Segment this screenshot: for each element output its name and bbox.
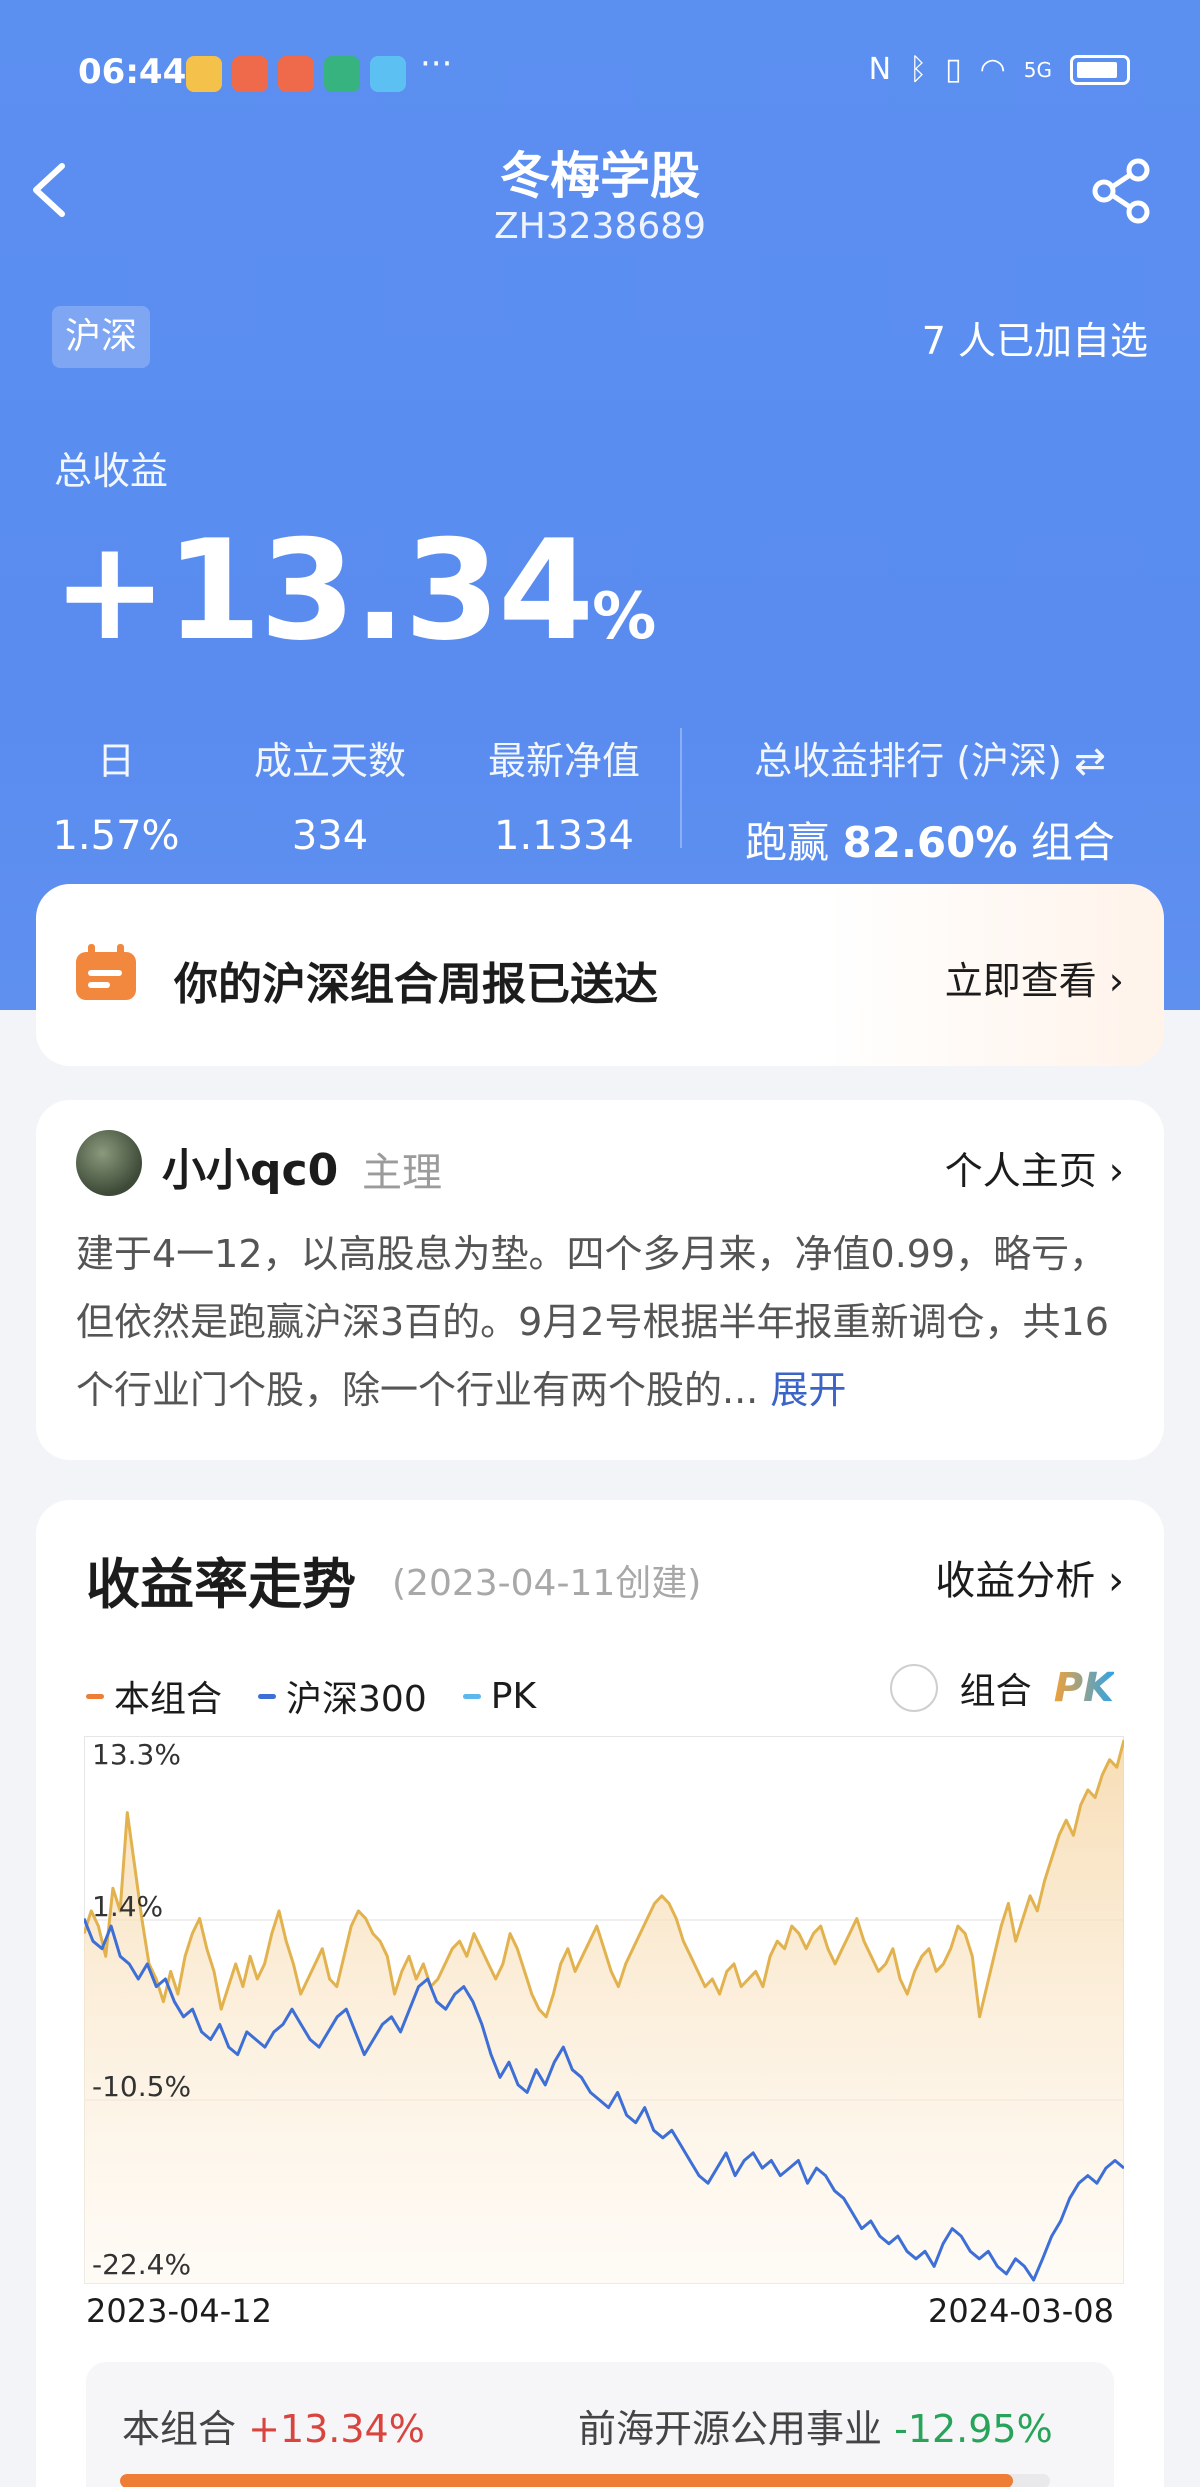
- manager-name[interactable]: 小小qc0: [162, 1134, 338, 1198]
- chevron-right-icon: ›: [1108, 959, 1124, 1003]
- return-line-chart[interactable]: 13.3% 1.4% -10.5% -22.4%: [84, 1736, 1124, 2284]
- report-view-label: 立即查看: [944, 959, 1097, 1003]
- compare-left-label: 本组合: [122, 2407, 237, 2451]
- compare-portfolio: 本组合 +13.34%: [122, 2398, 425, 2453]
- chevron-right-icon: ›: [1108, 1149, 1124, 1193]
- notification-icons: [186, 56, 406, 92]
- analysis-label: 收益分析: [935, 1558, 1096, 1604]
- status-time: 06:44: [78, 52, 187, 92]
- header-panel: 06:44 ··· N ᛒ ▯ ◠ 5G 冬梅学股 ZH3238689 沪深 7…: [0, 0, 1200, 1010]
- y-tick-label: -22.4%: [92, 2248, 191, 2281]
- report-view-link[interactable]: 立即查看 ›: [945, 950, 1124, 1005]
- battery-icon: [1070, 54, 1130, 85]
- created-date: (2023-04-11创建): [392, 1563, 702, 1604]
- market-tag: 沪深: [52, 306, 150, 368]
- share-icon[interactable]: [1088, 156, 1154, 226]
- nfc-icon: N: [868, 52, 892, 87]
- app-notification-icon: [186, 56, 222, 92]
- system-icons: N ᛒ ▯ ◠ 5G: [869, 52, 1130, 87]
- pk-compare-panel[interactable]: 本组合 +13.34% 前海开源公用事业 -12.95%: [86, 2362, 1114, 2487]
- pk-badge: PK: [1053, 1665, 1114, 1711]
- legend-label: PK: [490, 1675, 537, 1717]
- compare-right-value: -12.95%: [894, 2407, 1053, 2451]
- profile-link[interactable]: 个人主页 ›: [945, 1140, 1124, 1195]
- pk-radio[interactable]: [889, 1664, 938, 1712]
- weekly-report-banner[interactable]: 你的沪深组合周报已送达 立即查看 ›: [36, 884, 1164, 1066]
- legend-pk: PK: [462, 1670, 537, 1722]
- y-tick-label: 1.4%: [92, 1890, 163, 1923]
- portfolio-area: [84, 1740, 1124, 2284]
- return-trend-card: 收益率走势 (2023-04-11创建) 收益分析 › 本组合 沪深300 PK…: [36, 1500, 1164, 2487]
- return-analysis-link[interactable]: 收益分析 ›: [935, 1548, 1124, 1606]
- wifi-icon: ◠: [979, 52, 1006, 87]
- chart-title: 收益率走势: [86, 1553, 356, 1616]
- pk-label: 组合: [959, 1671, 1032, 1712]
- compare-fund: 前海开源公用事业 -12.95%: [578, 2398, 1053, 2453]
- status-bar: 06:44 ··· N ᛒ ▯ ◠ 5G: [0, 44, 1200, 96]
- rank-suffix: 组合: [1017, 818, 1115, 867]
- manager-role: 主理: [362, 1150, 442, 1196]
- rank-label: 总收益排行 (沪深) ⇄: [754, 739, 1106, 783]
- rank-prefix: 跑赢: [745, 818, 843, 867]
- bluetooth-icon: ᛒ: [909, 52, 928, 87]
- app-notification-icon: [324, 56, 360, 92]
- stats-divider: [680, 728, 682, 848]
- chevron-right-icon: ›: [1108, 1558, 1124, 1604]
- compare-progress-fill: [120, 2474, 1013, 2487]
- app-notification-icon: [232, 56, 268, 92]
- calendar-report-icon: [76, 944, 136, 1000]
- chart-legend: 本组合 沪深300 PK: [86, 1670, 536, 1722]
- stat-label: 成立天数: [253, 739, 406, 783]
- rank-percent: 82.60%: [842, 818, 1018, 867]
- total-return-number: +13.34: [52, 510, 594, 671]
- y-tick-label: 13.3%: [92, 1738, 181, 1771]
- legend-label: 沪深300: [286, 1679, 427, 1720]
- total-return-unit: %: [592, 580, 656, 654]
- total-return-label: 总收益: [54, 449, 169, 493]
- compare-right-label: 前海开源公用事业: [578, 2407, 883, 2451]
- avatar[interactable]: [76, 1130, 142, 1196]
- compare-progress-bar: [120, 2474, 1050, 2487]
- followers-count: 7 人已加自选: [921, 319, 1148, 363]
- stat-value: 1.1334: [494, 813, 634, 859]
- report-title: 你的沪深组合周报已送达: [174, 959, 658, 1010]
- vibrate-icon: ▯: [945, 52, 962, 87]
- stat-label: 日: [96, 739, 135, 783]
- legend-portfolio: 本组合: [86, 1670, 222, 1722]
- stat-nav: 最新净值 1.1334: [464, 730, 664, 859]
- legend-swatch: [462, 1693, 481, 1699]
- total-return-value: +13.34%: [52, 510, 656, 671]
- legend-swatch: [258, 1693, 277, 1699]
- expand-link[interactable]: 展开: [770, 1368, 846, 1412]
- legend-label: 本组合: [114, 1679, 223, 1720]
- app-notification-icon: [370, 56, 406, 92]
- stat-value: 334: [291, 813, 369, 859]
- legend-index: 沪深300: [258, 1670, 427, 1722]
- x-axis-end-label: 2024-03-08: [928, 2292, 1114, 2330]
- rank-switch[interactable]: 总收益排行 (沪深) ⇄ 跑赢 82.60% 组合: [720, 730, 1140, 870]
- x-axis-start-label: 2023-04-12: [86, 2292, 272, 2330]
- stat-days: 成立天数 334: [230, 730, 430, 859]
- signal-icon: 5G: [1023, 57, 1052, 82]
- stat-label: 最新净值: [487, 739, 640, 783]
- legend-swatch: [86, 1693, 104, 1699]
- portfolio-code: ZH3238689: [493, 206, 707, 247]
- rank-value: 跑赢 82.60% 组合: [720, 809, 1140, 870]
- pk-toggle[interactable]: 组合 PK: [889, 1662, 1114, 1714]
- app-notification-icon: [278, 56, 314, 92]
- compare-left-value: +13.34%: [248, 2407, 425, 2451]
- profile-link-label: 个人主页: [944, 1149, 1097, 1193]
- y-tick-label: -10.5%: [92, 2070, 191, 2103]
- more-notifications-icon: ···: [420, 44, 453, 84]
- portfolio-title: 冬梅学股: [500, 147, 700, 205]
- description-text: 建于4一12，以高股息为垫。四个多月来，净值0.99，略亏，但依然是跑赢沪深3百…: [76, 1232, 1109, 1412]
- manager-card: 小小qc0 主理 个人主页 › 建于4一12，以高股息为垫。四个多月来，净值0.…: [36, 1100, 1164, 1460]
- stat-daily: 日 1.57%: [46, 730, 186, 859]
- portfolio-description: 建于4一12，以高股息为垫。四个多月来，净值0.99，略亏，但依然是跑赢沪深3百…: [76, 1220, 1126, 1424]
- stat-value: 1.57%: [52, 813, 180, 859]
